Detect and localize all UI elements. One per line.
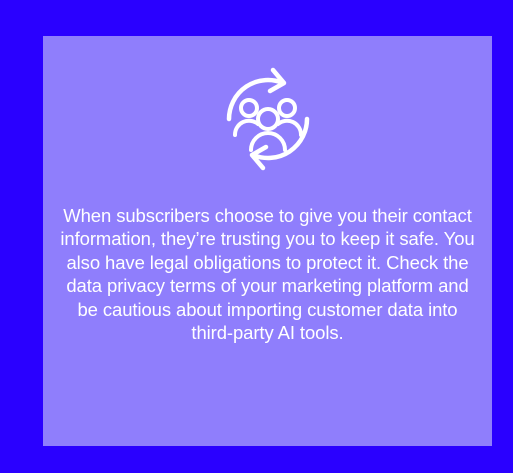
person-left-head: [239, 98, 259, 118]
people-cycle-icon-graphic: [226, 67, 310, 171]
privacy-message: When subscribers choose to give you thei…: [60, 205, 475, 344]
callout-frame: When subscribers choose to give you thei…: [0, 0, 513, 473]
person-right-head: [277, 98, 297, 118]
person-center-head: [256, 107, 280, 131]
person-right-body: [276, 118, 304, 137]
people-cycle-icon: [213, 64, 323, 174]
person-left-body: [232, 118, 260, 137]
privacy-callout-card: When subscribers choose to give you thei…: [43, 36, 492, 446]
